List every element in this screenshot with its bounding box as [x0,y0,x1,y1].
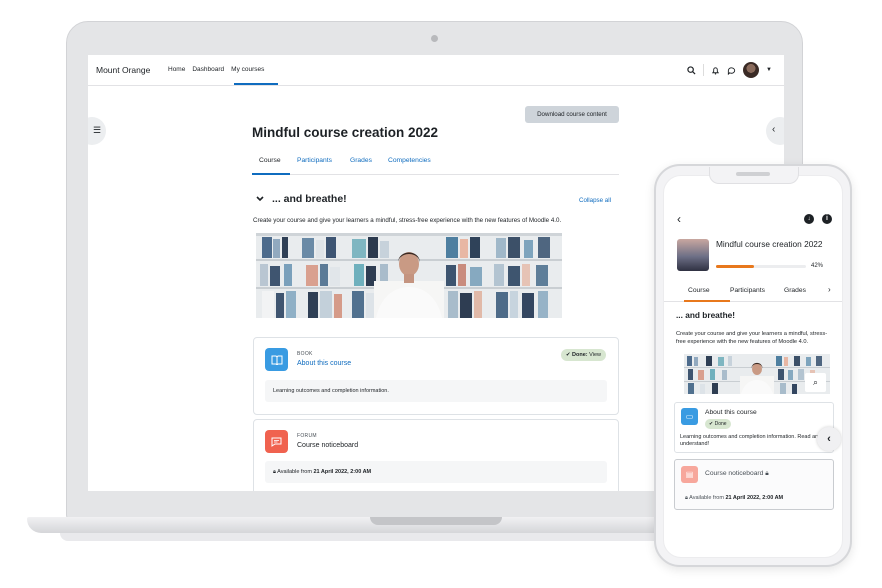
nav-separator [703,64,705,76]
nav-home[interactable]: Home [168,66,185,73]
activity-card-book: BOOK About this course ✔ Done: View Lear… [253,337,619,415]
tab-participants[interactable]: Participants [730,287,765,294]
chevron-right-icon[interactable]: › [828,285,831,294]
forum-name-text: Course noticeboard [705,470,764,477]
activity-description: Learning outcomes and completion informa… [265,380,607,402]
navbar: Mount Orange Home Dashboard My courses ▼ [88,55,784,86]
activity-card-forum: FORUM Course noticeboard 🔒︎ Available fr… [253,419,619,491]
section-title: ... and breathe! [272,193,347,205]
lock-icon: 🔒︎ [765,470,769,477]
done-label: Done [714,421,727,427]
search-icon[interactable] [687,65,696,75]
check-icon: ✔ [565,352,571,358]
section-banner-image [256,233,562,318]
forum-icon [265,430,288,453]
chat-icon[interactable] [727,66,736,75]
tab-grades[interactable]: Grades [784,287,806,294]
course-title: Mindful course creation 2022 [716,239,823,249]
tab-competencies[interactable]: Competencies [388,157,431,164]
phone-course-tabs: Course Participants Grades › [664,278,842,302]
activity-name-link[interactable]: About this course [705,409,757,416]
section-summary: Create your course and give your learner… [253,217,562,224]
availability-info: 🔒︎ Available from 21 April 2022, 2:00 AM [265,461,607,483]
chevron-down-icon[interactable] [256,196,264,202]
availability-date: 21 April 2022, 2:00 AM [313,469,372,475]
tab-active-indicator [252,173,290,175]
phone-speaker [736,172,770,176]
activity-type-label: BOOK [297,351,313,357]
completion-badge[interactable]: ✔ Done [705,419,731,429]
laptop-base-notch [370,517,502,525]
availability-prefix: Available from [277,469,312,475]
lock-icon: 🔒︎ [273,469,276,475]
course-thumbnail [677,239,709,271]
chevron-left-icon: ‹ [772,124,776,135]
nav-dashboard[interactable]: Dashboard [192,66,224,73]
activity-card-forum: ▤ Course noticeboard 🔒︎ 🔒︎ Available fro… [674,459,834,510]
course-title: Mindful course creation 2022 [252,125,439,140]
forum-icon: ▤ [681,466,698,483]
user-avatar[interactable] [743,62,760,78]
tab-grades[interactable]: Grades [350,157,372,164]
phone-header-icons: ↓ i [804,214,832,224]
chevron-down-icon[interactable]: ▼ [766,67,772,73]
done-value: View [589,352,601,358]
zoom-icon[interactable]: ⌕ [805,373,826,392]
course-index-toggle[interactable]: ☰ [88,117,106,145]
done-label: Done: [572,352,588,358]
activity-name: Course noticeboard 🔒︎ [705,470,769,478]
info-icon[interactable]: i [822,214,832,224]
scene: Mount Orange Home Dashboard My courses ▼… [0,0,882,588]
nav-active-indicator [234,83,278,85]
download-course-content-button[interactable]: Download course content [525,106,619,123]
completion-badge[interactable]: ✔ Done: View [560,349,606,361]
activity-name-link[interactable]: About this course [297,360,351,367]
block-drawer-toggle[interactable]: ‹ [766,117,784,145]
tab-course[interactable]: Course [688,287,710,294]
section-title: ... and breathe! [676,310,736,320]
nav-icons: ▼ [687,62,772,78]
book-icon [265,348,288,371]
activity-type-label: FORUM [297,433,317,439]
check-icon: ✔ [709,421,714,427]
download-icon[interactable]: ↓ [804,214,814,224]
section-summary: Create your course and give your learner… [676,331,828,345]
tab-participants[interactable]: Participants [297,157,332,164]
course-progress-fill [716,265,754,268]
back-arrow-icon[interactable]: ‹ [677,212,681,226]
primary-nav: Home Dashboard My courses [168,66,264,73]
tab-active-indicator [684,300,730,302]
drawer-toggle-chevron-left-icon[interactable]: ‹ [817,427,841,451]
collapse-all-link[interactable]: Collapse all [579,197,611,204]
book-icon: ▭ [681,408,698,425]
availability-info: 🔒︎ Available from 21 April 2022, 2:00 AM [685,495,783,502]
phone-screen: ‹ ↓ i Mindful course creation 2022 42% C… [663,175,843,558]
nav-my-courses[interactable]: My courses [231,66,264,73]
activity-card-book: ▭ About this course ✔ Done Learning outc… [674,402,834,453]
section-header[interactable]: ... and breathe! [256,193,347,205]
laptop-camera [431,35,438,42]
bell-icon[interactable] [711,66,720,75]
course-tabs: Course Participants Grades Competencies [252,148,619,175]
list-icon: ☰ [93,125,102,135]
activity-name: Course noticeboard [297,442,359,449]
availability-date: 21 April 2022, 2:00 AM [725,495,784,501]
course-progress-label: 42% [811,263,824,269]
activity-description: Learning outcomes and completion informa… [680,434,822,447]
availability-prefix: Available from [689,495,724,501]
tab-course[interactable]: Course [259,157,281,164]
course-progress-bar [716,265,806,268]
site-brand[interactable]: Mount Orange [96,65,150,75]
lock-icon: 🔒︎ [685,495,688,501]
